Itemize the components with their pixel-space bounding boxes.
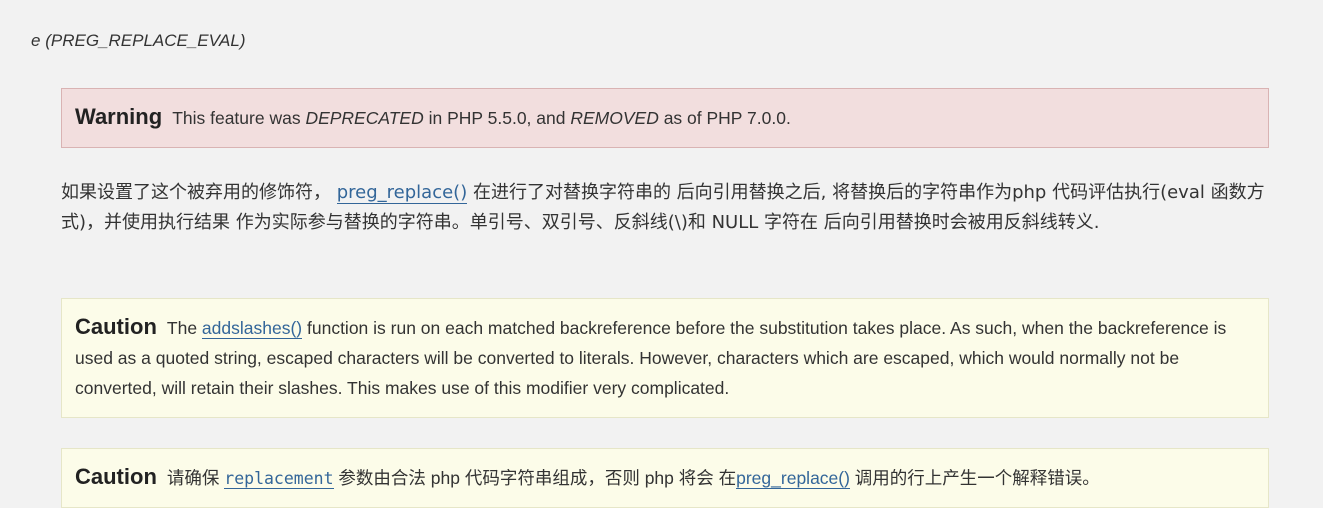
warning-removed: REMOVED — [570, 108, 659, 128]
caution2-text-1: 请确保 — [166, 468, 225, 488]
caution-text-1: The — [166, 318, 202, 338]
caution-box-addslashes: Caution The addslashes() function is run … — [61, 298, 1269, 418]
warning-deprecated: DEPRECATED — [305, 108, 424, 128]
caution2-text-2: 参数由合法 php 代码字符串组成，否则 php 将会 在 — [333, 468, 737, 488]
addslashes-link[interactable]: addslashes() — [201, 318, 303, 339]
warning-label: Warning — [75, 104, 163, 129]
warning-box: Warning This feature was DEPRECATED in PH… — [61, 88, 1269, 148]
caution-label: Caution — [75, 314, 157, 339]
warning-text-2: in PHP 5.5.0, and — [423, 108, 571, 128]
caution-label: Caution — [75, 464, 157, 489]
replacement-param-link[interactable]: replacement — [224, 469, 334, 489]
warning-text-1: This feature was — [172, 108, 306, 128]
modifier-term: e (PREG_REPLACE_EVAL) — [31, 31, 246, 50]
preg-replace-link[interactable]: preg_replace() — [336, 182, 468, 204]
modifier-letter: e — [31, 31, 41, 50]
modifier-constant: PREG_REPLACE_EVAL — [50, 31, 240, 50]
caution2-text-3: 调用的行上产生一个解释错误。 — [849, 468, 1100, 488]
description-text-1: 如果设置了这个被弃用的修饰符， — [61, 182, 337, 203]
warning-text-3: as of PHP 7.0.0. — [658, 108, 791, 128]
caution-box-replacement: Caution 请确保 replacement 参数由合法 php 代码字符串组成… — [61, 448, 1269, 508]
preg-replace-link-2[interactable]: preg_replace() — [736, 468, 850, 489]
description-paragraph: 如果设置了这个被弃用的修饰符， preg_replace() 在进行了对替换字符… — [61, 178, 1271, 238]
